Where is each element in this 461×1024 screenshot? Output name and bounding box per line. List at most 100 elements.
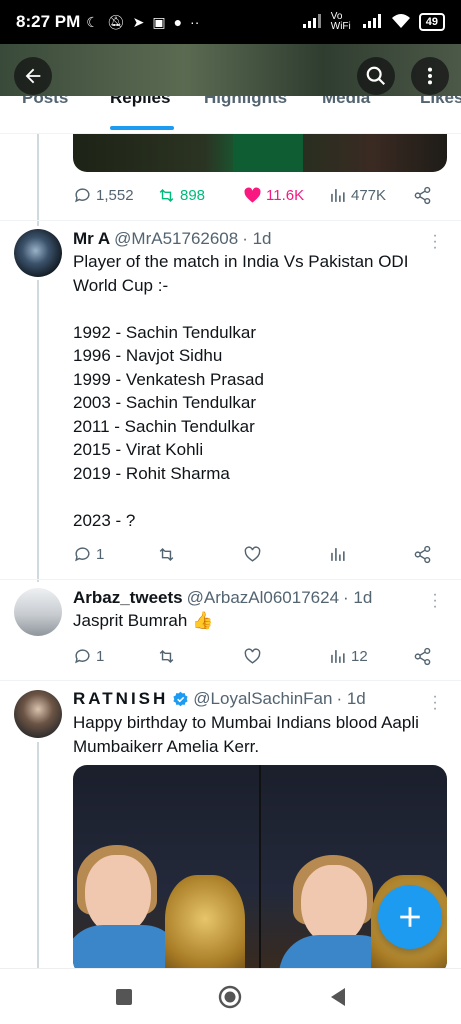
photo-panel xyxy=(73,765,259,975)
user-handle: @ArbazAl06017624 xyxy=(186,588,340,607)
repost-button[interactable]: 898 xyxy=(157,186,205,205)
reply-icon xyxy=(75,187,90,202)
reply-button[interactable]: 1 xyxy=(73,545,104,564)
gallery-icon: ▣ xyxy=(152,13,166,30)
wifi-icon xyxy=(391,13,411,32)
app-icon: ● xyxy=(173,14,183,30)
arrow-left-icon xyxy=(25,68,41,84)
search-icon xyxy=(366,66,386,86)
tab-likes[interactable]: Likes xyxy=(420,96,461,108)
repost-button[interactable] xyxy=(157,647,176,666)
view-count: 12 xyxy=(351,647,368,665)
plus-icon xyxy=(400,907,420,927)
triangle-back-icon xyxy=(331,988,345,1006)
post-actions: 1,552 898 11.6K 477K xyxy=(73,184,443,206)
tweet-text: Jasprit Bumrah 👍 xyxy=(73,611,214,630)
square-icon xyxy=(116,989,132,1005)
display-name[interactable]: Mr A xyxy=(73,229,110,249)
repost-icon xyxy=(159,649,174,663)
telegram-icon: ➤ xyxy=(132,13,145,30)
share-button[interactable] xyxy=(413,647,432,666)
home-button[interactable] xyxy=(218,985,242,1009)
more-dots-icon[interactable]: · · · xyxy=(430,228,440,256)
tab-media[interactable]: Media xyxy=(322,96,370,108)
views-button[interactable]: 477K xyxy=(328,186,386,205)
reply-count: 1,552 xyxy=(96,186,134,204)
status-time: 8:27 PM xyxy=(16,12,81,31)
signal-icon-2 xyxy=(362,13,383,31)
tab-replies[interactable]: Replies xyxy=(110,96,170,108)
thread-line xyxy=(37,280,39,582)
like-button[interactable]: 11.6K xyxy=(243,186,304,205)
verified-badge-icon xyxy=(172,691,189,708)
views-icon xyxy=(331,649,345,663)
post-image[interactable] xyxy=(73,134,447,172)
user-handle: @MrA51762608 xyxy=(114,229,239,248)
avatar[interactable] xyxy=(14,690,62,738)
vowifi-label: Vo WiFi xyxy=(330,11,351,32)
heart-filled-icon xyxy=(244,187,261,203)
user-handle: @LoyalSachinFan xyxy=(193,689,333,708)
signal-icon xyxy=(302,13,323,31)
repost-icon xyxy=(159,188,174,202)
tab-highlights[interactable]: Highlights xyxy=(204,96,287,108)
avatar[interactable] xyxy=(14,588,62,636)
more-dots-icon[interactable]: · · · xyxy=(430,689,440,717)
heart-icon xyxy=(244,545,261,562)
recent-apps-button[interactable] xyxy=(112,985,136,1009)
moon-icon: ☾ xyxy=(86,13,99,30)
thread-line xyxy=(37,742,39,968)
reply-icon xyxy=(75,546,90,561)
timestamp: · 1d xyxy=(343,588,373,607)
views-icon xyxy=(331,547,345,561)
battery-indicator: 49 xyxy=(418,13,445,31)
thread-line xyxy=(37,134,39,226)
divider xyxy=(0,680,461,681)
more-notifications-icon: ·· xyxy=(190,14,200,30)
share-icon xyxy=(414,186,431,204)
status-bar: 8:27 PM ☾ 🔕︎ ➤ ▣ ● ·· Vo WiFi 49 xyxy=(0,0,461,44)
tweet-text: Player of the match in India Vs Pakistan… xyxy=(73,252,409,530)
circle-icon xyxy=(218,985,242,1009)
like-button[interactable] xyxy=(243,647,262,666)
tab-posts[interactable]: Posts xyxy=(22,96,68,108)
repost-icon xyxy=(159,547,174,561)
back-button[interactable] xyxy=(14,57,52,95)
tweet-image[interactable] xyxy=(73,765,447,975)
search-button[interactable] xyxy=(357,57,395,95)
repost-button[interactable] xyxy=(157,545,176,564)
tweet-actions: 1 xyxy=(73,543,443,565)
timestamp: · 1d xyxy=(336,689,366,708)
more-options-button[interactable] xyxy=(411,57,449,95)
share-icon xyxy=(414,647,431,665)
back-nav-button[interactable] xyxy=(326,985,350,1009)
share-button[interactable] xyxy=(413,186,432,205)
reply-count: 1 xyxy=(96,647,105,665)
bell-off-icon: 🔕︎ xyxy=(106,13,125,30)
views-button[interactable]: 12 xyxy=(328,647,368,666)
display-name[interactable]: Arbaz_tweets xyxy=(73,588,183,608)
trophy xyxy=(165,875,245,975)
display-name[interactable]: RATNISH xyxy=(73,689,168,709)
view-count: 477K xyxy=(351,186,387,204)
active-tab-indicator xyxy=(110,126,174,130)
timestamp: · 1d xyxy=(242,229,272,248)
heart-icon xyxy=(244,647,261,664)
share-button[interactable] xyxy=(413,545,432,564)
compose-button[interactable] xyxy=(378,885,442,949)
like-count: 11.6K xyxy=(266,186,305,204)
share-icon xyxy=(414,545,431,563)
views-button[interactable] xyxy=(328,545,347,564)
avatar[interactable] xyxy=(14,229,62,277)
reply-count: 1 xyxy=(96,545,105,563)
profile-tabs: Posts Replies Highlights Media Likes xyxy=(0,96,461,134)
tweet-actions: 1 12 xyxy=(73,645,443,667)
reply-button[interactable]: 1,552 xyxy=(73,186,134,205)
divider xyxy=(0,220,461,221)
tweet-text: Happy birthday to Mumbai Indians blood A… xyxy=(73,713,419,756)
repost-count: 898 xyxy=(180,186,206,204)
like-button[interactable] xyxy=(243,545,262,564)
reply-icon xyxy=(75,648,90,663)
more-dots-icon[interactable]: · · · xyxy=(430,587,440,615)
reply-button[interactable]: 1 xyxy=(73,647,104,666)
